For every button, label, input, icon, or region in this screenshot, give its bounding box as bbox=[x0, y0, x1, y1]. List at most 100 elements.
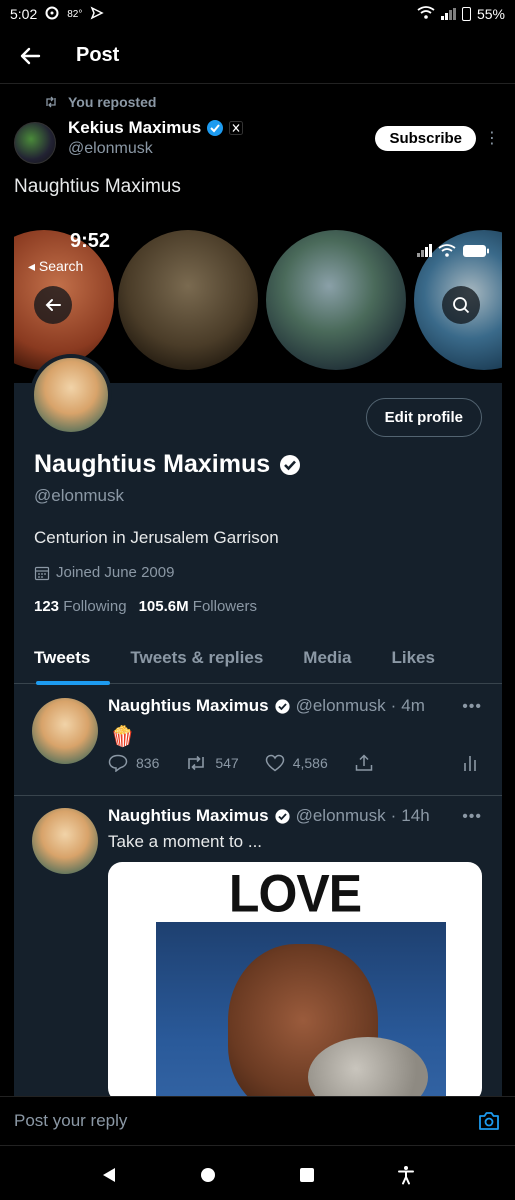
profile-avatar bbox=[30, 354, 112, 436]
profile-tabs: Tweets Tweets & replies Media Likes bbox=[14, 632, 502, 685]
camera-button[interactable] bbox=[477, 1109, 501, 1133]
calendar-icon bbox=[34, 566, 50, 580]
tweet-actions: 836 547 4,586 bbox=[108, 754, 478, 772]
nav-recents-button[interactable] bbox=[287, 1155, 327, 1195]
planet-image bbox=[266, 230, 406, 370]
avatar[interactable] bbox=[14, 122, 56, 164]
home-circle-icon bbox=[201, 1168, 216, 1182]
send-icon bbox=[90, 5, 105, 23]
tweet-text: Take a moment to ... bbox=[108, 832, 263, 851]
inner-back-button bbox=[34, 286, 72, 324]
search-icon bbox=[453, 297, 470, 314]
wifi-icon bbox=[438, 244, 456, 257]
more-options-icon: ••• bbox=[462, 698, 482, 715]
profile-bio: Centurion in Jerusalem Garrison bbox=[34, 528, 279, 547]
x-logo-icon bbox=[229, 121, 244, 135]
tweet-time: 14h bbox=[401, 806, 430, 825]
tweet-author-name: Naughtius Maximus bbox=[108, 806, 269, 825]
arrow-left-icon bbox=[20, 47, 41, 64]
profile-name-row: Naughtius Maximus bbox=[34, 450, 302, 479]
profile-stats: 123 Following 105.6M Followers bbox=[34, 598, 257, 615]
nav-back-button[interactable] bbox=[89, 1155, 129, 1195]
page-title: Post bbox=[76, 44, 120, 66]
reply-icon bbox=[108, 754, 128, 772]
tweet-time: 4m bbox=[401, 696, 425, 715]
followers-label: Followers bbox=[192, 598, 257, 615]
analytics-icon bbox=[464, 756, 476, 771]
tweet-author-name: Naughtius Maximus bbox=[108, 696, 269, 715]
followers-count: 105.6M bbox=[138, 598, 189, 615]
list-item: Naughtius Maximus @elonmusk · 14h ••• Ta… bbox=[14, 796, 502, 1096]
retweet-icon bbox=[188, 755, 205, 771]
author-handle[interactable]: @elonmusk bbox=[68, 140, 243, 158]
tweet-separator: · bbox=[390, 696, 397, 715]
signal-icon bbox=[417, 244, 432, 257]
wifi-icon bbox=[417, 5, 435, 23]
status-battery: 55% bbox=[476, 6, 505, 22]
following-stat: 123 Following bbox=[34, 598, 127, 615]
nav-home-button[interactable] bbox=[188, 1155, 228, 1195]
popcorn-icon: 🍿 bbox=[110, 726, 135, 748]
tweet-image: LOVE YOURSELF bbox=[108, 862, 482, 1096]
heart-icon bbox=[265, 754, 284, 772]
tab-media: Media bbox=[303, 648, 352, 667]
recents-square-icon bbox=[299, 1168, 314, 1182]
post-media[interactable]: 9:52 ◂ Search Edit profile Naughtius Max… bbox=[14, 228, 502, 1096]
tab-tweets: Tweets bbox=[14, 632, 111, 685]
post-text: Naughtius Maximus bbox=[14, 176, 181, 197]
reply-action: 836 bbox=[108, 754, 159, 772]
tweet-author-handle: @elonmusk bbox=[295, 696, 386, 715]
planet-image bbox=[118, 230, 258, 370]
repost-context: You reposted bbox=[44, 94, 156, 110]
repost-icon bbox=[46, 96, 56, 108]
signal-icon bbox=[440, 8, 456, 20]
joined-label: Joined June 2009 bbox=[56, 564, 175, 581]
share-icon bbox=[355, 754, 373, 771]
subscribe-button[interactable]: Subscribe bbox=[375, 126, 476, 151]
tweet-separator: · bbox=[390, 806, 397, 825]
followers-stat: 105.6M Followers bbox=[139, 598, 257, 615]
triangle-back-icon bbox=[103, 1168, 116, 1182]
repost-context-label: You reposted bbox=[68, 94, 157, 110]
profile-joined: Joined June 2009 bbox=[34, 564, 174, 581]
like-action: 4,586 bbox=[265, 754, 328, 772]
inner-status-icons bbox=[417, 244, 490, 258]
analytics-action bbox=[462, 754, 478, 772]
verified-badge-icon bbox=[280, 454, 301, 475]
inner-back-label: Search bbox=[38, 258, 84, 274]
retweet-action: 547 bbox=[185, 755, 239, 771]
author-name[interactable]: Kekius Maximus bbox=[68, 118, 201, 138]
more-options-icon: ••• bbox=[462, 808, 482, 825]
status-time: 5:02 bbox=[10, 6, 38, 22]
accessibility-icon bbox=[397, 1166, 414, 1185]
verified-badge-icon bbox=[275, 698, 290, 714]
tweet-author-handle: @elonmusk bbox=[295, 806, 386, 825]
top-app-bar: Post bbox=[0, 28, 515, 84]
post-author: Kekius Maximus @elonmusk Subscribe ⋮ bbox=[14, 118, 504, 168]
system-nav-bar bbox=[0, 1150, 515, 1200]
profile-name: Naughtius Maximus bbox=[34, 450, 271, 478]
inner-search-button bbox=[442, 286, 480, 324]
share-action bbox=[354, 754, 374, 772]
verified-badge-icon bbox=[207, 120, 224, 136]
verified-badge-icon bbox=[275, 808, 290, 824]
following-count: 123 bbox=[34, 598, 60, 615]
tab-tweets-replies: Tweets & replies bbox=[130, 648, 264, 667]
arrow-left-icon bbox=[45, 299, 61, 311]
following-label: Following bbox=[63, 598, 127, 615]
inner-status-time: 9:52 bbox=[70, 230, 111, 252]
status-temperature: 82° bbox=[67, 8, 83, 20]
battery-icon bbox=[463, 245, 489, 257]
profile-handle: @elonmusk bbox=[34, 486, 125, 505]
reply-input[interactable] bbox=[14, 1111, 477, 1131]
back-button[interactable] bbox=[0, 28, 60, 84]
tab-likes: Likes bbox=[391, 648, 435, 667]
inner-back-link: ◂ Search bbox=[28, 258, 84, 274]
list-item: Naughtius Maximus @elonmusk · 4m ••• 🍿 8… bbox=[14, 686, 502, 796]
more-options-icon[interactable]: ⋮ bbox=[484, 128, 500, 148]
avatar bbox=[32, 698, 98, 764]
camera-icon bbox=[479, 1112, 499, 1130]
avatar bbox=[32, 808, 98, 874]
status-bar: 5:02 82° 55% bbox=[0, 0, 515, 28]
accessibility-button[interactable] bbox=[386, 1155, 426, 1195]
